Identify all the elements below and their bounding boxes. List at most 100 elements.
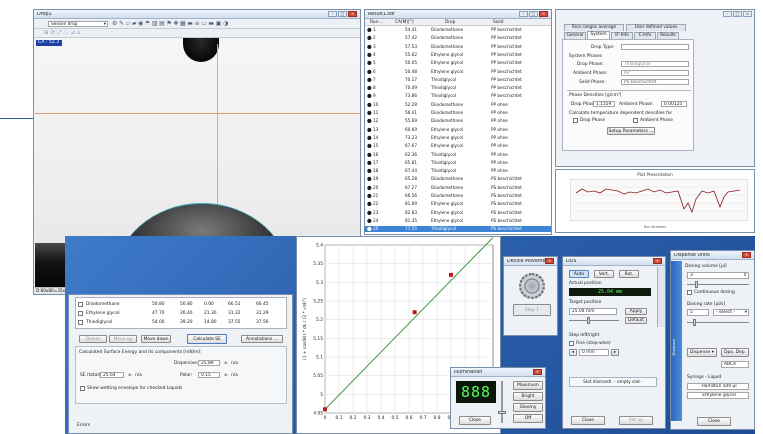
rot-mode-button[interactable]: Rot. [619,270,639,278]
drop-window-titlebar[interactable]: Drop1 – □ × [34,10,360,19]
dispense-mode-field[interactable]: ABCA [721,361,749,368]
dispense-titlebar[interactable]: Dispense Units × [671,251,754,260]
liquid-checkbox[interactable] [78,311,83,316]
vert-mode-button[interactable]: Vert. [594,270,614,278]
wetting-envelope-checkbox[interactable] [80,386,85,391]
device-movement-titlebar[interactable]: Device Movement× [504,257,557,266]
col-solid[interactable]: Solid [493,20,503,25]
minimize-icon[interactable]: – [328,11,337,17]
illumination-titlebar[interactable]: Illumination × [451,368,545,377]
mode-select[interactable]: Sessile drop ▾ [48,21,108,27]
dosing-rate-slider[interactable] [687,319,749,326]
minimize-icon[interactable]: – [723,11,732,17]
close-icon[interactable]: × [742,252,751,258]
auto-mode-button[interactable]: Auto [569,270,589,278]
fine-step-checkbox[interactable] [569,341,574,346]
illum-off-button[interactable]: Off [513,414,543,423]
continuous-dosing-checkbox[interactable] [687,290,692,295]
maximize-icon[interactable]: □ [529,11,538,17]
toolbar-icons-2[interactable]: ⊞⟳⤢◌⊿⌂ [44,30,83,37]
liquid-checkbox[interactable] [78,302,83,307]
table-row[interactable]: ⬤ 10 52.28 Diiodomethane PP ohne [365,102,551,108]
target-position-field[interactable]: 25.04 mm [569,308,617,315]
ambient-phase-checkbox[interactable] [633,118,638,123]
dispense-units-window[interactable]: Dispense Units × Dispense Dosing volume [… [670,250,755,430]
table-row[interactable]: ⬤ 21 66.56 Diiodomethane PS beschichtet [365,193,551,199]
liquid-checkbox[interactable] [78,320,83,325]
plot-presentation-window[interactable]: Plot Presentation Run Number [555,169,755,233]
illumination-window[interactable]: Illumination × 888 Maximum Bright Gloomy … [450,367,546,429]
dds-titlebar[interactable]: DDS × [563,257,665,266]
tab-c-info[interactable]: C-Info [634,32,656,39]
dds-setup-button[interactable]: Set up [619,416,653,425]
dosing-volume-slider[interactable] [687,281,749,288]
solid-phase-field[interactable]: PS beschichtet [621,79,689,85]
table-row[interactable]: ⬤ 13 60.69 Ethylene glycol PP ohne [365,127,551,133]
table-row[interactable]: ⬤ 22 81.69 Ethylene glycol PS beschichtet [365,201,551,207]
step-value-field[interactable]: 0 mm [579,349,609,356]
maximize-icon[interactable]: □ [338,11,347,17]
table-row[interactable]: ⬤ 16 62.36 Thiodiglycol PP ohne [365,152,551,158]
gear-icon[interactable] [519,273,545,299]
delete-button[interactable]: Delete [79,335,107,343]
minimize-icon[interactable]: – [519,11,528,17]
close-icon[interactable]: × [533,369,542,375]
table-row[interactable]: ⬤ 12 55.69 Diiodomethane PP ohne [365,118,551,124]
table-row[interactable]: ⬤ 18 67.44 Thiodiglycol PP ohne [365,168,551,174]
col-run[interactable]: Run-... [370,20,384,25]
drop-type-select[interactable] [621,44,689,50]
restore-icon[interactable]: ▫ [743,11,752,17]
surface-energy-window[interactable]: Diiodomethane 50.80 50.80 0.00 66.51 66.45 Eth… [68,294,293,434]
result-window[interactable]: Result1.sdf – □ × Run-... CA(M)[°] Drop So… [364,9,552,235]
position-slider[interactable] [569,317,619,324]
device-movement-window[interactable]: Device Movement× Step 1 [503,256,558,336]
illum-gloomy-button[interactable]: Gloomy [513,403,543,412]
table-row[interactable]: ⬤ 17 65.81 Thiodiglycol PP ohne [365,160,551,166]
table-row[interactable]: ⬤ 2 57.42 Diiodomethane PP beschichtet [365,35,551,41]
table-row[interactable]: ⬤ 1 54.41 Diiodomethane PP beschichtet [365,27,551,33]
result-window-titlebar[interactable]: Result1.sdf – □ × [365,10,551,19]
dds-window[interactable]: DDS × Auto Vert. Rot. Actual position 25.… [562,256,666,429]
illum-close-button[interactable]: Close [459,416,491,425]
dosing-rate-select[interactable]: - select - ▾ [713,309,749,316]
illum-bright-button[interactable]: Bright [513,392,543,401]
toolbar-icons[interactable]: ⚙✎▱▰◉☂▥▤⚑✚▦▬≡▭▬▣◑ [112,20,230,28]
ambient-density-field[interactable]: 0.00125 [661,101,687,107]
close-icon[interactable]: × [348,11,357,17]
ambient-phase-select[interactable]: Air [621,70,689,76]
table-row[interactable]: ⬤ 3 57.53 Diiodomethane PP beschichtet [365,44,551,50]
close-icon[interactable]: × [653,258,662,264]
table-row[interactable]: ⬤ 15 67.67 Ethylene glycol PP ohne [365,143,551,149]
table-row[interactable]: ⬤ 23 82.83 Ethylene glycol PS beschichtet [365,210,551,216]
dosing-volume-field[interactable]: 3 ⇕ [687,272,749,279]
apply-button[interactable]: Apply [625,308,647,315]
dispense-sub-button[interactable]: Dpo. Dep. [721,348,749,357]
col-ca[interactable]: CA(M)[°] [395,20,414,25]
table-row[interactable]: ⬤ 24 81.35 Ethylene glycol PS beschichtet [365,218,551,224]
table-row[interactable]: ⬤ 7 70.17 Thiodiglycol PP beschichtet [365,77,551,83]
tab-results[interactable]: Results [657,32,679,39]
move-down-button[interactable]: Move down [141,335,171,343]
tab-if-info[interactable]: IF-Info [611,32,633,39]
step-left-button[interactable]: ◂ [569,349,577,356]
spinner-icon[interactable]: ⇕ [743,273,747,278]
table-row[interactable]: ⬤ 6 50.48 Ethylene glycol PP beschichtet [365,69,551,75]
table-row[interactable]: ⬤ 9 73.86 Thiodiglycol PP beschichtet [365,93,551,99]
table-row[interactable]: ⬤ 14 73.23 Ethylene glycol PP ohne [365,135,551,141]
drop-phase-checkbox[interactable] [573,118,578,123]
default-button[interactable]: Default [625,317,647,324]
tab-rice-average[interactable]: Rice ranges average [564,24,624,31]
illumination-slider[interactable] [498,381,506,423]
annotations-button[interactable]: Annotations ... [241,335,283,343]
table-row[interactable]: ⬤ 20 67.27 Diiodomethane PS beschichtet [365,185,551,191]
dispense-button[interactable]: Dispense ▾ [687,348,717,357]
settings-window[interactable]: – □ ▫ Rice ranges average User defined val… [555,9,755,167]
move-up-button[interactable]: Move up [109,335,137,343]
tab-general[interactable]: General [564,32,586,39]
table-row[interactable]: ⬤ 4 55.62 Ethylene glycol PP beschichtet [365,52,551,58]
maximize-icon[interactable]: □ [733,11,742,17]
calculate-se-button[interactable]: Calculate SE [187,334,227,344]
table-row[interactable]: ⬤ 25 77.55 Thiodiglycol PS beschichtet [365,226,551,233]
dds-close-button[interactable]: Close [571,416,605,425]
step-right-button[interactable]: ▸ [611,349,619,356]
